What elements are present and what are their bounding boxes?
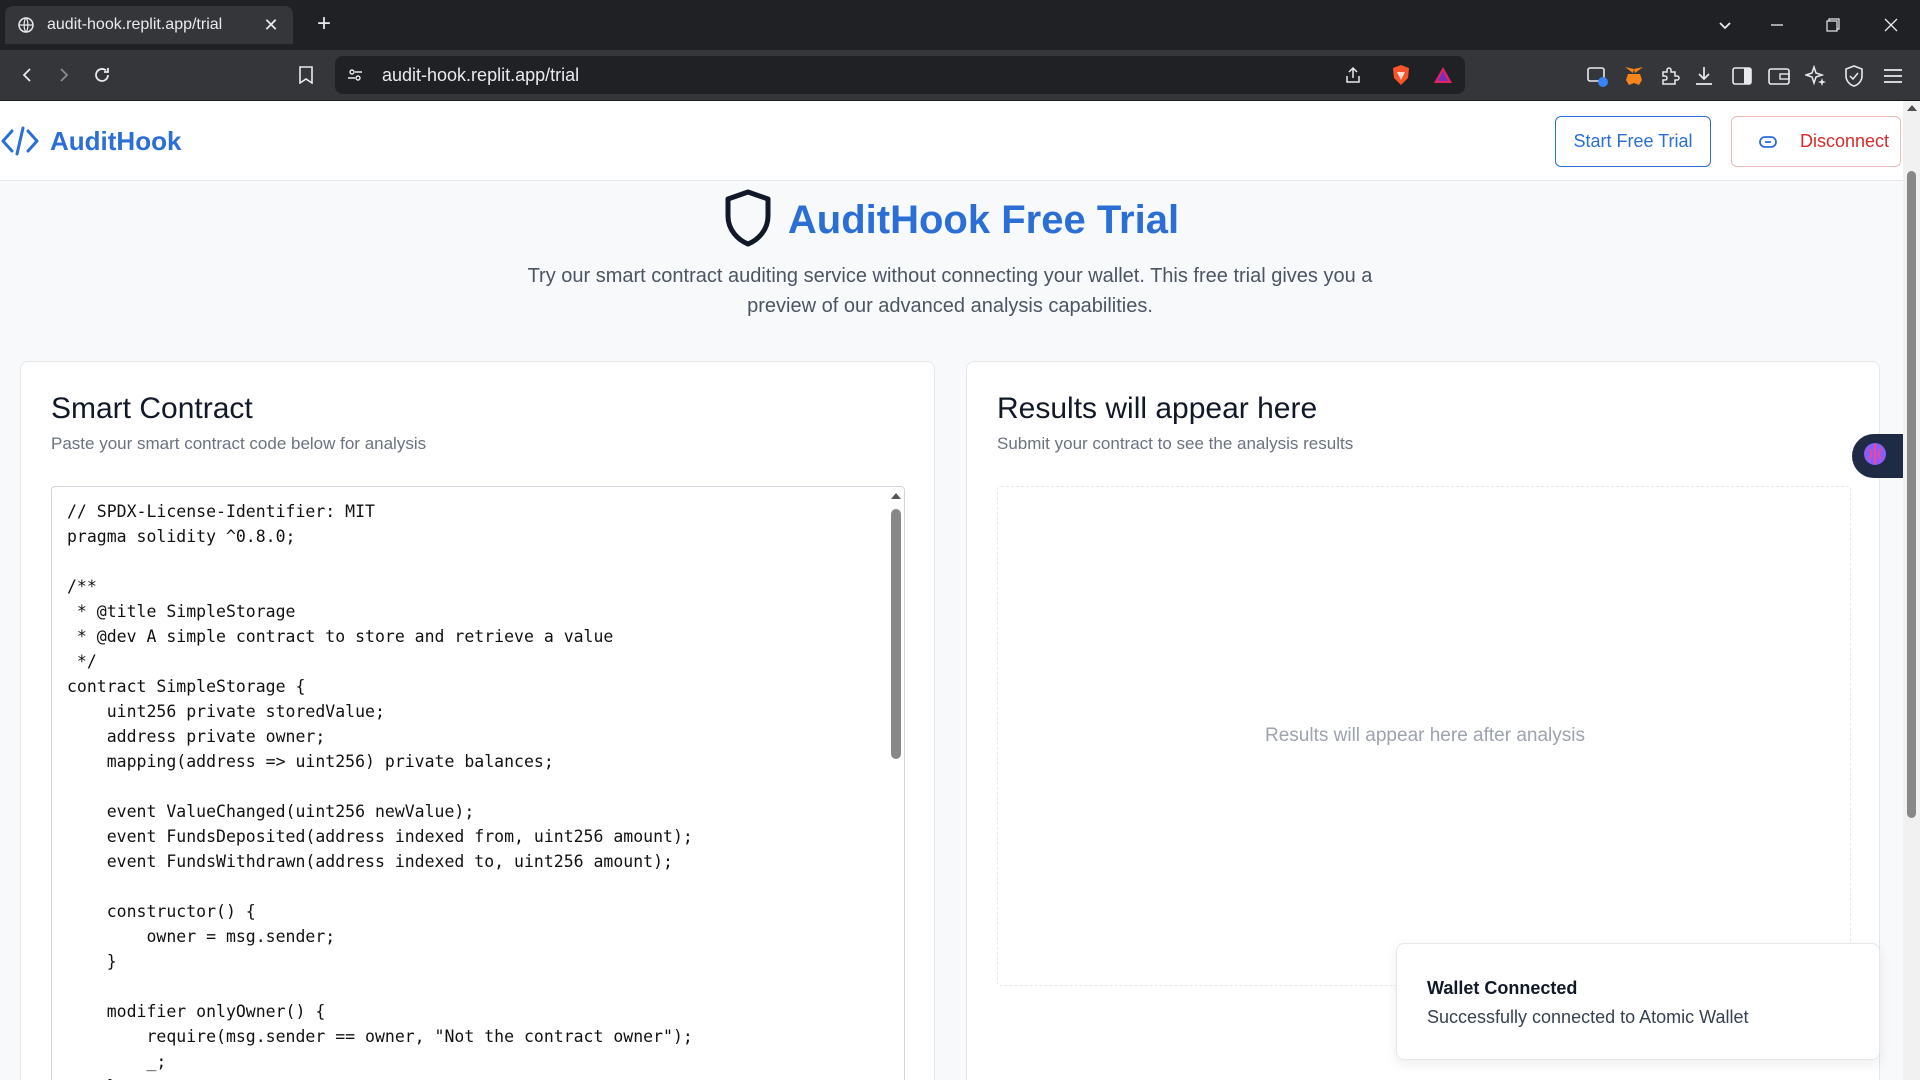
code-icon [0,123,40,159]
url-text: audit-hook.replit.app/trial [382,65,580,85]
results-area: Results will appear here after analysis [997,486,1851,986]
disconnect-button[interactable]: Disconnect [1731,116,1901,167]
page-scroll-up-icon[interactable] [1907,105,1917,111]
share-icon[interactable] [1341,63,1365,87]
extensions-puzzle-icon[interactable] [1657,63,1683,89]
browser-tab[interactable]: audit-hook.replit.app/trial ✕ [5,6,293,44]
restore-icon[interactable] [1818,10,1848,40]
brave-shields-icon[interactable] [1389,63,1413,87]
page-title: AuditHook Free Trial [787,198,1180,242]
link-icon [1758,132,1778,152]
code-scroll-thumb[interactable] [891,509,901,759]
site-header: AuditHook Start Free Trial Disconnect [0,101,1903,181]
code-scrollbar[interactable] [888,487,904,1080]
hero-description: Try our smart contract auditing service … [527,265,1373,317]
reload-icon[interactable] [87,60,117,90]
contract-code-textarea[interactable]: // SPDX-License-Identifier: MIT pragma s… [51,486,905,1080]
scroll-up-icon[interactable] [891,493,901,499]
ai-assistant-button[interactable] [1852,434,1903,478]
brand-name: AuditHook [50,125,182,156]
vpn-icon[interactable] [1841,63,1867,89]
browser-toolbar: audit-hook.replit.app/trial [0,50,1920,101]
browser-tab-bar: audit-hook.replit.app/trial ✕ + [0,0,1920,50]
sidebar-icon[interactable] [1729,63,1755,89]
start-free-trial-button[interactable]: Start Free Trial [1555,116,1711,167]
wallet-connected-toast[interactable]: Wallet Connected Successfully connected … [1396,943,1880,1060]
brave-rewards-icon[interactable] [1431,63,1455,87]
close-window-icon[interactable] [1876,10,1906,40]
shield-icon [724,189,772,252]
extension-translate-icon[interactable] [1585,63,1611,89]
results-placeholder: Results will appear here after analysis [1265,725,1585,746]
smart-contract-card: Smart Contract Paste your smart contract… [20,361,935,1080]
download-icon[interactable] [1691,63,1717,89]
toast-title: Wallet Connected [1427,978,1578,998]
web-page: AuditHook Start Free Trial Disconnect Au… [0,101,1903,1080]
contract-code: // SPDX-License-Identifier: MIT pragma s… [67,502,693,1080]
leo-ai-icon[interactable] [1803,63,1829,89]
tab-title: audit-hook.replit.app/trial [47,16,223,33]
disconnect-label: Disconnect [1800,131,1890,151]
page-scroll-thumb[interactable] [1907,171,1916,818]
hero-title: AuditHook Free Trial [0,189,1903,252]
brain-icon [1862,441,1888,472]
results-card-subtitle: Submit your contract to see the analysis… [997,434,1354,453]
globe-icon [17,16,35,34]
site-info-icon[interactable] [343,63,367,87]
address-bar[interactable]: audit-hook.replit.app/trial [335,56,1465,94]
metamask-icon[interactable] [1621,63,1647,89]
toast-message: Successfully connected to Atomic Wallet [1427,1007,1749,1027]
menu-icon[interactable] [1880,63,1906,89]
new-tab-icon[interactable]: + [312,12,336,36]
bookmark-icon[interactable] [291,60,321,90]
wallet-icon[interactable] [1766,63,1792,89]
results-card-title: Results will appear here [997,392,1318,425]
page-scrollbar[interactable] [1903,101,1920,1080]
minimize-icon[interactable] [1762,10,1792,40]
brand-logo[interactable]: AuditHook [0,123,181,159]
tab-search-icon[interactable] [1710,10,1740,40]
back-icon[interactable] [12,60,42,90]
forward-icon[interactable] [49,60,79,90]
close-tab-icon[interactable]: ✕ [261,15,281,35]
contract-card-subtitle: Paste your smart contract code below for… [51,434,427,453]
contract-card-title: Smart Contract [51,392,253,425]
